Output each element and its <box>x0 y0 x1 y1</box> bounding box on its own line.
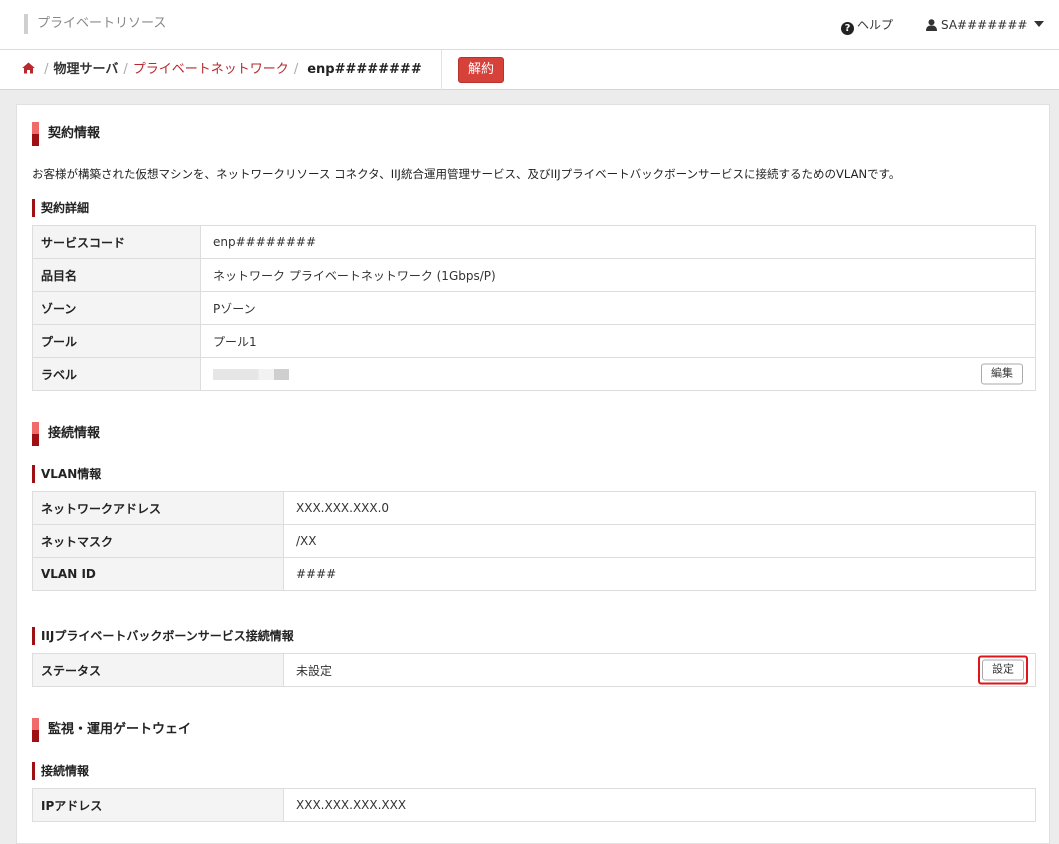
user-icon <box>926 19 937 31</box>
status-value: 未設定 <box>296 663 333 678</box>
subheading-gateway-connection: 接続情報 <box>32 762 89 780</box>
vlan-info-table: ネットワークアドレス XXX.XXX.XXX.0 ネットマスク /XX VLAN… <box>32 491 1036 591</box>
row-value: /XX <box>283 524 1036 558</box>
row-label: ネットワークアドレス <box>32 491 284 525</box>
table-row: サービスコード enp######## <box>32 225 1036 259</box>
row-label: ネットマスク <box>32 524 284 558</box>
user-name: SA####### <box>941 18 1028 32</box>
table-row: ステータス 未設定 設定 <box>32 653 1036 687</box>
row-value: #### <box>283 557 1036 591</box>
breadcrumb-item-physical-server[interactable]: 物理サーバ <box>54 62 119 77</box>
row-value: ネットワーク プライベートネットワーク (1Gbps/P) <box>200 258 1036 292</box>
cancel-contract-button[interactable]: 解約 <box>458 57 504 83</box>
table-row: プール プール1 <box>32 324 1036 358</box>
row-label: IPアドレス <box>32 788 284 822</box>
breadcrumb-separator: / <box>293 62 299 77</box>
section-marker <box>32 718 39 742</box>
row-label: ゾーン <box>32 291 201 325</box>
row-value: Pゾーン <box>200 291 1036 325</box>
row-label: VLAN ID <box>32 557 284 591</box>
table-row: ラベル 編集 <box>32 357 1036 391</box>
home-icon <box>22 62 35 74</box>
help-label: ヘルプ <box>857 18 894 32</box>
row-label: ラベル <box>32 357 201 391</box>
section-marker <box>32 122 39 146</box>
help-link[interactable]: ? ヘルプ <box>841 17 893 35</box>
question-circle-icon: ? <box>841 22 854 35</box>
user-menu[interactable]: SA####### <box>926 17 1045 33</box>
breadcrumb-bar: / 物理サーバ / プライベートネットワーク / enp######## 解約 <box>0 50 1059 90</box>
caret-down-icon <box>1034 21 1045 27</box>
table-row: IPアドレス XXX.XXX.XXX.XXX <box>32 788 1036 822</box>
app-title: プライベートリソース <box>24 14 166 34</box>
row-label: ステータス <box>32 653 284 687</box>
table-row: ネットワークアドレス XXX.XXX.XXX.0 <box>32 491 1036 525</box>
row-label: サービスコード <box>32 225 201 259</box>
row-value: XXX.XXX.XXX.0 <box>283 491 1036 525</box>
breadcrumb-current: enp######## <box>307 62 422 77</box>
contract-details-table: サービスコード enp######## 品目名 ネットワーク プライベートネット… <box>32 225 1036 391</box>
section-title: 契約情報 <box>48 126 101 141</box>
table-row: ゾーン Pゾーン <box>32 291 1036 325</box>
section-marker <box>32 422 39 446</box>
edit-label-button[interactable]: 編集 <box>981 363 1023 385</box>
row-value: XXX.XXX.XXX.XXX <box>283 788 1036 822</box>
home-link[interactable] <box>22 62 39 77</box>
table-row: 品目名 ネットワーク プライベートネットワーク (1Gbps/P) <box>32 258 1036 292</box>
subheading-backbone: IIJプライベートバックボーンサービス接続情報 <box>32 627 294 645</box>
contract-description: お客様が構築された仮想マシンを、ネットワークリソース コネクタ、IIJ統合運用管… <box>32 167 901 181</box>
main-panel: 契約情報 お客様が構築された仮想マシンを、ネットワークリソース コネクタ、IIJ… <box>16 104 1050 844</box>
table-row: VLAN ID #### <box>32 557 1036 591</box>
gateway-info-table: IPアドレス XXX.XXX.XXX.XXX <box>32 788 1036 822</box>
subheading-contract-details: 契約詳細 <box>32 199 89 217</box>
backbone-info-table: ステータス 未設定 設定 <box>32 653 1036 687</box>
section-title: 監視・運用ゲートウェイ <box>48 722 192 737</box>
breadcrumb-separator: / <box>123 62 128 77</box>
row-label: プール <box>32 324 201 358</box>
table-row: ネットマスク /XX <box>32 524 1036 558</box>
setting-button[interactable]: 設定 <box>982 659 1024 681</box>
breadcrumb-item-private-network[interactable]: プライベートネットワーク <box>133 62 289 77</box>
subheading-vlan: VLAN情報 <box>32 465 101 483</box>
breadcrumb-divider <box>441 50 442 90</box>
breadcrumb-separator: / <box>44 62 49 77</box>
breadcrumb: / 物理サーバ / プライベートネットワーク / enp######## <box>22 50 422 90</box>
top-header: プライベートリソース ? ヘルプ SA####### <box>0 0 1059 50</box>
row-value: プール1 <box>200 324 1036 358</box>
masked-label-value <box>213 369 289 380</box>
label-value-cell: 編集 <box>200 357 1036 391</box>
setting-button-highlight: 設定 <box>978 655 1028 685</box>
section-title: 接続情報 <box>48 426 101 441</box>
row-label: 品目名 <box>32 258 201 292</box>
row-value: enp######## <box>200 225 1036 259</box>
status-value-cell: 未設定 設定 <box>283 653 1036 687</box>
